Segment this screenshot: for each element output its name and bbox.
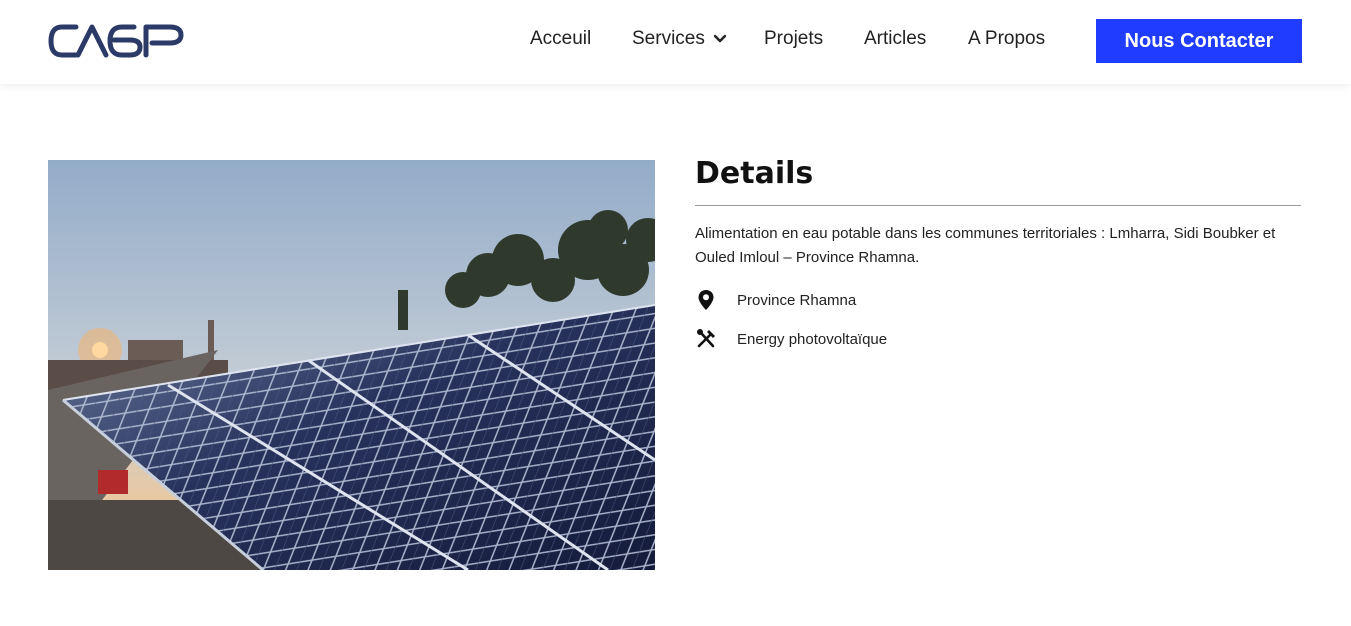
location-row: Province Rhamna: [695, 289, 856, 311]
details-divider: [695, 205, 1301, 206]
map-pin-icon: [698, 290, 714, 310]
nav-services-label: Services: [632, 28, 705, 49]
nav-acceuil[interactable]: Acceuil: [530, 28, 591, 50]
chevron-down-icon: [713, 34, 727, 43]
contact-button[interactable]: Nous Contacter: [1096, 19, 1302, 63]
project-location: Province Rhamna: [737, 291, 857, 309]
details-title: Details: [695, 156, 814, 191]
nav-projets[interactable]: Projets: [764, 28, 823, 50]
cagp-logo[interactable]: [48, 22, 184, 60]
project-category: Energy photovoltaïque: [737, 330, 888, 348]
category-row: Energy photovoltaïque: [695, 328, 887, 350]
site-header: Acceuil Services Projets Articles A Prop…: [0, 0, 1351, 84]
project-description: Alimentation en eau potable dans les com…: [695, 225, 1276, 266]
nav-services[interactable]: Services: [632, 28, 727, 50]
tools-icon: [697, 329, 715, 348]
nav-a-propos[interactable]: A Propos: [968, 28, 1045, 50]
nav-articles[interactable]: Articles: [864, 28, 926, 50]
solar-panels-photo: [48, 160, 655, 570]
